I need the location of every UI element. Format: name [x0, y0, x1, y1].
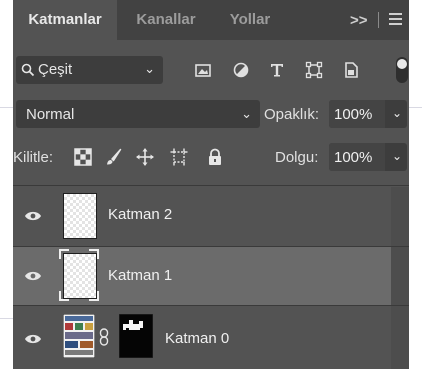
lock-image-pixels-brush-icon[interactable] — [103, 147, 123, 167]
blend-mode-select[interactable]: Normal ⌄ — [16, 100, 260, 128]
opacity-label: Opaklık: — [264, 106, 320, 123]
filter-kind-select[interactable]: Çeşit ⌄ — [16, 56, 163, 84]
blend-options-row: Normal ⌄ Opaklık: 100% ⌄ — [13, 100, 409, 128]
tab-bar-separator — [378, 12, 379, 28]
image-layer-thumbnail[interactable] — [63, 314, 95, 358]
tab-label: Kanallar — [136, 11, 196, 28]
layer-name[interactable]: Katman 1 — [108, 267, 172, 284]
background-line — [0, 318, 13, 319]
chevron-down-icon: ⌄ — [144, 61, 155, 76]
visibility-eye-icon[interactable] — [24, 270, 42, 282]
mask-link-chain-icon[interactable] — [99, 328, 109, 346]
background-line — [0, 107, 13, 108]
tab-kanallar[interactable]: Kanallar — [119, 0, 213, 40]
background-line — [409, 107, 422, 108]
layers-panel: Katmanlar Kanallar Yollar >> Çeşit ⌄ Nor… — [13, 0, 409, 369]
chevron-down-icon: ⌄ — [391, 149, 402, 163]
layer-mask-thumbnail[interactable] — [119, 314, 153, 358]
tab-label: Yollar — [229, 11, 271, 28]
chevron-down-icon: ⌄ — [241, 106, 252, 121]
type-filter-icon[interactable] — [268, 61, 286, 79]
active-layer-bracket — [59, 249, 99, 301]
chevron-down-icon: ⌄ — [391, 106, 402, 120]
adjustment-filter-icon[interactable] — [232, 61, 250, 79]
layer-name[interactable]: Katman 2 — [108, 206, 172, 223]
smart-object-filter-icon[interactable] — [342, 61, 360, 79]
filter-toggle-switch[interactable] — [395, 56, 409, 84]
tab-label: Katmanlar — [28, 11, 102, 28]
visibility-eye-icon[interactable] — [24, 210, 42, 222]
lock-all-padlock-icon[interactable] — [205, 147, 225, 167]
image-filter-icon[interactable] — [194, 61, 212, 79]
search-icon — [21, 63, 35, 77]
fill-value: 100% — [334, 149, 373, 166]
panel-overflow-chevron-icon[interactable]: >> — [350, 12, 368, 29]
panel-tab-bar: Katmanlar Kanallar Yollar >> — [13, 0, 409, 40]
lock-options-row: Kilitle: Dolgu: 100% ⌄ — [13, 143, 409, 171]
tab-katmanlar[interactable]: Katmanlar — [13, 0, 117, 40]
layer-name[interactable]: Katman 0 — [165, 330, 229, 347]
opacity-value: 100% — [334, 106, 373, 123]
lock-transparent-pixels-icon[interactable] — [73, 147, 93, 167]
shape-filter-icon[interactable] — [305, 61, 323, 79]
tab-yollar[interactable]: Yollar — [217, 0, 283, 40]
lock-label: Kilitle: — [13, 149, 54, 166]
layer-thumbnail[interactable] — [63, 193, 97, 239]
panel-menu-icon[interactable] — [389, 13, 402, 28]
filter-kind-label: Çeşit — [38, 61, 73, 78]
layer-row-katman-2[interactable]: Katman 2 — [13, 186, 409, 246]
lock-artboard-nesting-icon[interactable] — [169, 147, 189, 167]
opacity-field[interactable]: 100% ⌄ — [329, 100, 407, 128]
lock-position-move-icon[interactable] — [135, 147, 155, 167]
visibility-eye-icon[interactable] — [24, 333, 42, 345]
layer-row-katman-0[interactable]: Katman 0 — [13, 306, 409, 369]
fill-field[interactable]: 100% ⌄ — [329, 143, 407, 171]
layer-row-katman-1[interactable]: Katman 1 — [13, 247, 391, 305]
layer-filter-row: Çeşit ⌄ — [13, 56, 409, 84]
fill-label: Dolgu: — [275, 149, 319, 166]
blend-mode-value: Normal — [26, 106, 75, 123]
